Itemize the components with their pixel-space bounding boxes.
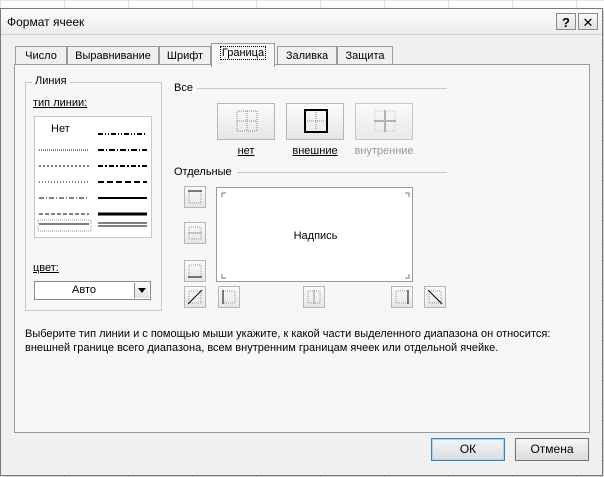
border-right-icon — [395, 290, 409, 304]
line-color-select[interactable]: Авто — [34, 281, 151, 300]
border-vertical-inner-icon — [307, 290, 321, 304]
close-button[interactable]: ✕ — [578, 13, 598, 30]
tab-font[interactable]: Шрифт — [159, 46, 211, 66]
tab-alignment[interactable]: Выравнивание — [67, 46, 159, 66]
border-left-button[interactable] — [218, 286, 240, 308]
info-line-1: Выберите тип линии и с помощью мыши укаж… — [25, 328, 551, 340]
tab-alignment-label: Выравнивание — [75, 50, 151, 62]
tab-border-label: Граница — [219, 46, 267, 60]
line-style-list[interactable]: Нет — [34, 116, 152, 238]
info-line-2: внешней границе всего диапазона, всем вн… — [25, 342, 499, 354]
preset-inside-button[interactable] — [355, 103, 413, 140]
line-style-swatches — [37, 133, 147, 232]
border-top-button[interactable] — [184, 186, 206, 208]
border-diagonal-down-button[interactable] — [424, 286, 446, 308]
cancel-button[interactable]: Отмена — [515, 438, 589, 461]
close-icon: ✕ — [582, 15, 594, 30]
line-groupbox: Линия тип линии: Нет цвет: Авто — [25, 75, 162, 311]
border-separator — [237, 172, 447, 173]
diagonal-down-icon — [427, 289, 443, 305]
border-left-icon — [222, 290, 236, 304]
line-style-none[interactable]: Нет — [51, 123, 70, 135]
tab-protection[interactable]: Защита — [337, 46, 393, 66]
line-style-label: тип линии: — [33, 97, 88, 109]
border-horizontal-inner-button[interactable] — [184, 222, 206, 244]
tab-number-label: Число — [25, 50, 57, 62]
border-outline-icon — [304, 109, 328, 133]
preset-none-button[interactable] — [217, 103, 275, 140]
preview-text: Надпись — [293, 230, 338, 242]
border-horizontal-inner-icon — [188, 226, 202, 240]
preset-none-label: нет — [237, 145, 255, 157]
tab-fill-label: Заливка — [285, 50, 329, 62]
diagonal-up-icon — [187, 289, 203, 305]
border-preview[interactable]: Надпись — [216, 187, 413, 282]
border-heading: Отдельные — [174, 166, 232, 178]
tab-border[interactable]: Граница — [211, 43, 275, 67]
ok-button[interactable]: ОК — [431, 438, 505, 461]
presets-separator — [197, 88, 447, 89]
border-vertical-inner-button[interactable] — [303, 286, 325, 308]
border-tab-panel: Линия тип линии: Нет цвет: Авто Все нет … — [14, 64, 590, 433]
line-color-label: цвет: — [33, 262, 59, 274]
presets-heading: Все — [174, 82, 193, 94]
preset-outline-button[interactable] — [286, 103, 344, 140]
title-bar[interactable]: Формат ячеек ? ✕ — [1, 9, 602, 35]
border-none-icon — [236, 110, 258, 132]
tab-protection-label: Защита — [345, 50, 385, 62]
dialog-title: Формат ячеек — [7, 15, 85, 29]
line-legend: Линия — [32, 75, 70, 87]
border-diagonal-up-button[interactable] — [184, 286, 206, 308]
border-top-icon — [188, 190, 202, 204]
line-color-value: Авто — [72, 284, 96, 296]
tab-fill[interactable]: Заливка — [277, 46, 337, 66]
format-cells-dialog: Формат ячеек ? ✕ Число Выравнивание Шриф… — [0, 8, 603, 476]
border-inside-icon — [374, 110, 396, 132]
info-text: Выберите тип линии и с помощью мыши укаж… — [25, 327, 575, 355]
preset-outline-label: внешние — [292, 145, 338, 157]
preset-inside-label: внутренние — [354, 145, 414, 157]
tab-number[interactable]: Число — [15, 46, 67, 66]
border-right-button[interactable] — [391, 286, 413, 308]
help-button[interactable]: ? — [556, 13, 576, 30]
border-bottom-button[interactable] — [184, 260, 206, 282]
border-bottom-icon — [188, 264, 202, 278]
tab-font-label: Шрифт — [166, 50, 204, 62]
chevron-down-icon[interactable] — [134, 283, 149, 298]
